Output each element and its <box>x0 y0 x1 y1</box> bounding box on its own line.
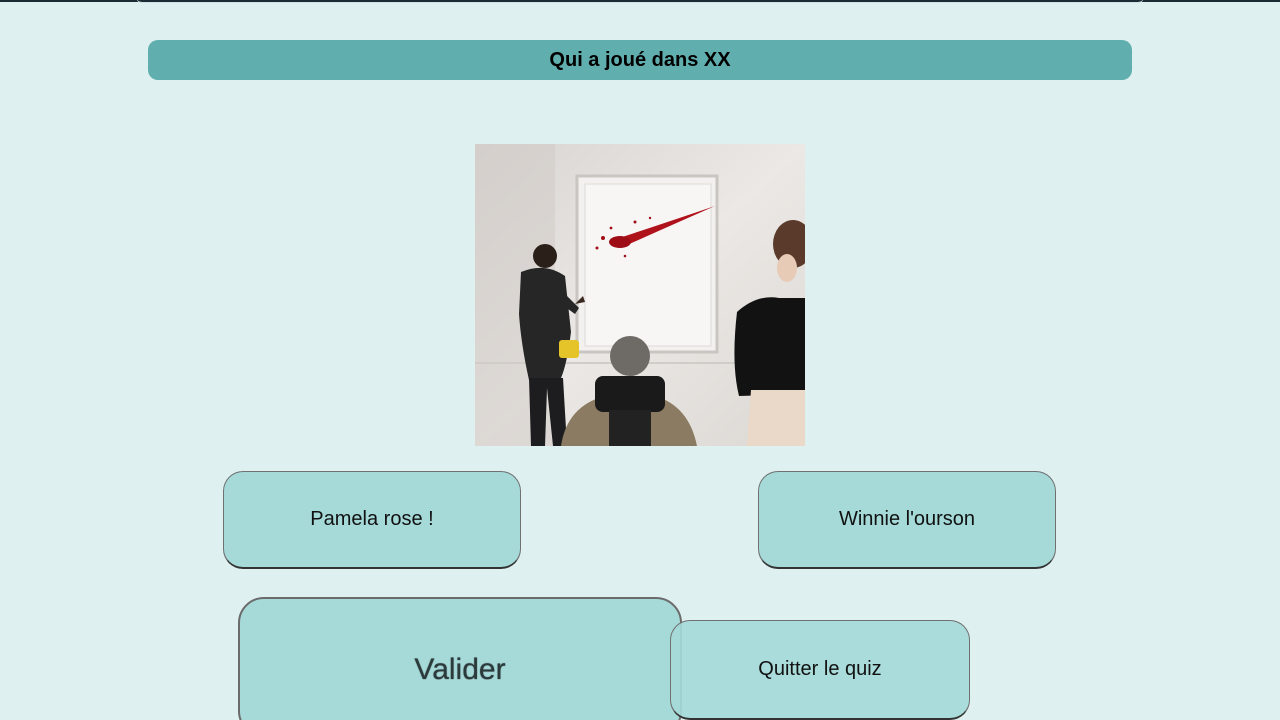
validate-button[interactable]: Valider <box>238 597 682 720</box>
question-title: Qui a joué dans XX <box>148 40 1132 80</box>
answer-label-2: Winnie l'ourson <box>838 508 976 530</box>
movie-scene-illustration <box>475 144 805 446</box>
validate-label: Valider <box>414 653 506 686</box>
answer-button-2[interactable]: Winnie l'ourson <box>758 471 1056 569</box>
quit-label: Quitter le quiz <box>758 658 882 680</box>
answer-button-1[interactable]: Pamela rose ! <box>223 471 521 569</box>
quit-quiz-button[interactable]: Quitter le quiz <box>670 620 970 720</box>
answer-label-1: Pamela rose ! <box>310 508 434 530</box>
question-text: Qui a joué dans XX <box>549 48 731 71</box>
movie-still-image <box>475 144 805 446</box>
browser-address-bar[interactable] <box>136 0 1144 3</box>
